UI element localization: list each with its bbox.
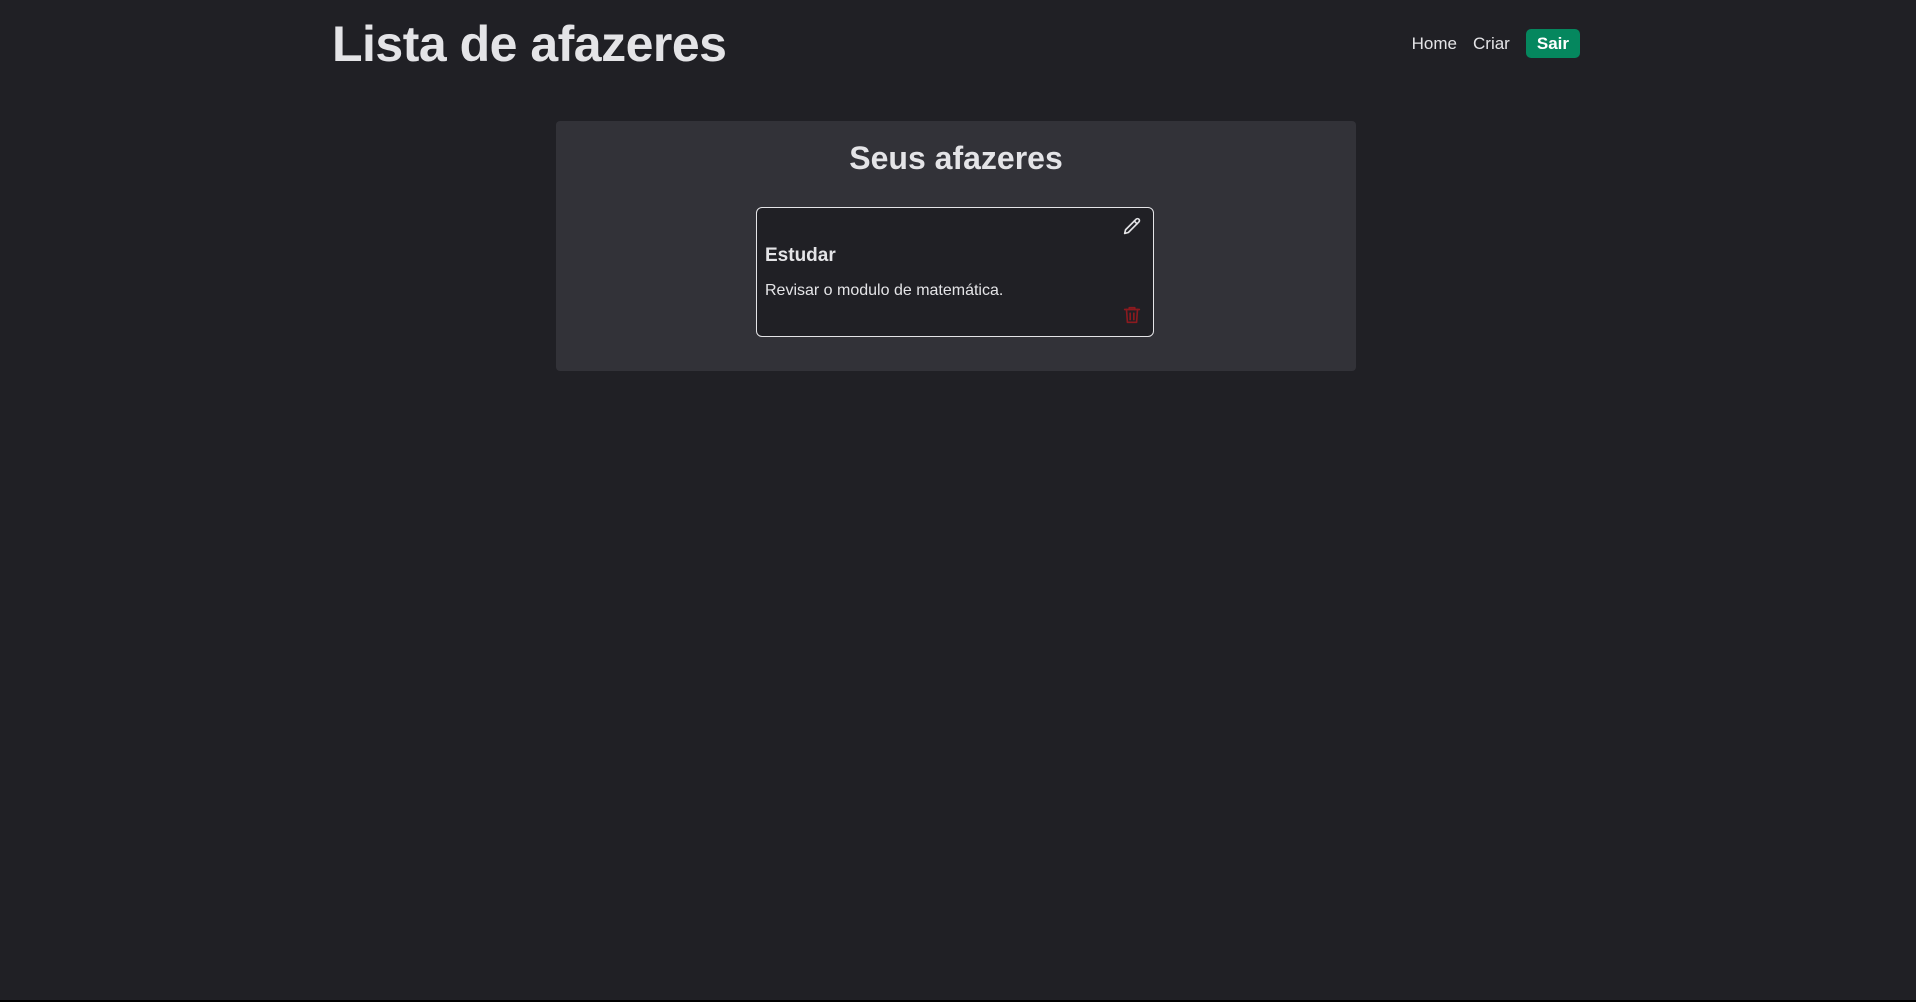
- app-title: Lista de afazeres: [332, 16, 727, 72]
- section-title: Seus afazeres: [849, 140, 1063, 176]
- pencil-icon: [1123, 217, 1141, 235]
- top-nav: Home Criar Sair: [1412, 29, 1580, 58]
- app-header: Lista de afazeres Home Criar Sair: [0, 0, 1916, 90]
- nav-home-link[interactable]: Home: [1412, 34, 1457, 54]
- todo-card: Estudar Revisar o modulo de matemática.: [756, 207, 1154, 337]
- nav-create-link[interactable]: Criar: [1473, 34, 1510, 54]
- todo-title: Estudar: [765, 245, 836, 266]
- logout-button[interactable]: Sair: [1525, 29, 1580, 58]
- todo-description: Revisar o modulo de matemática.: [765, 282, 1004, 299]
- edit-todo-button[interactable]: [1120, 216, 1144, 240]
- delete-todo-button[interactable]: [1120, 303, 1144, 327]
- todos-panel: Seus afazeres Estudar Revisar o modulo d…: [556, 121, 1356, 371]
- trash-icon: [1123, 306, 1141, 324]
